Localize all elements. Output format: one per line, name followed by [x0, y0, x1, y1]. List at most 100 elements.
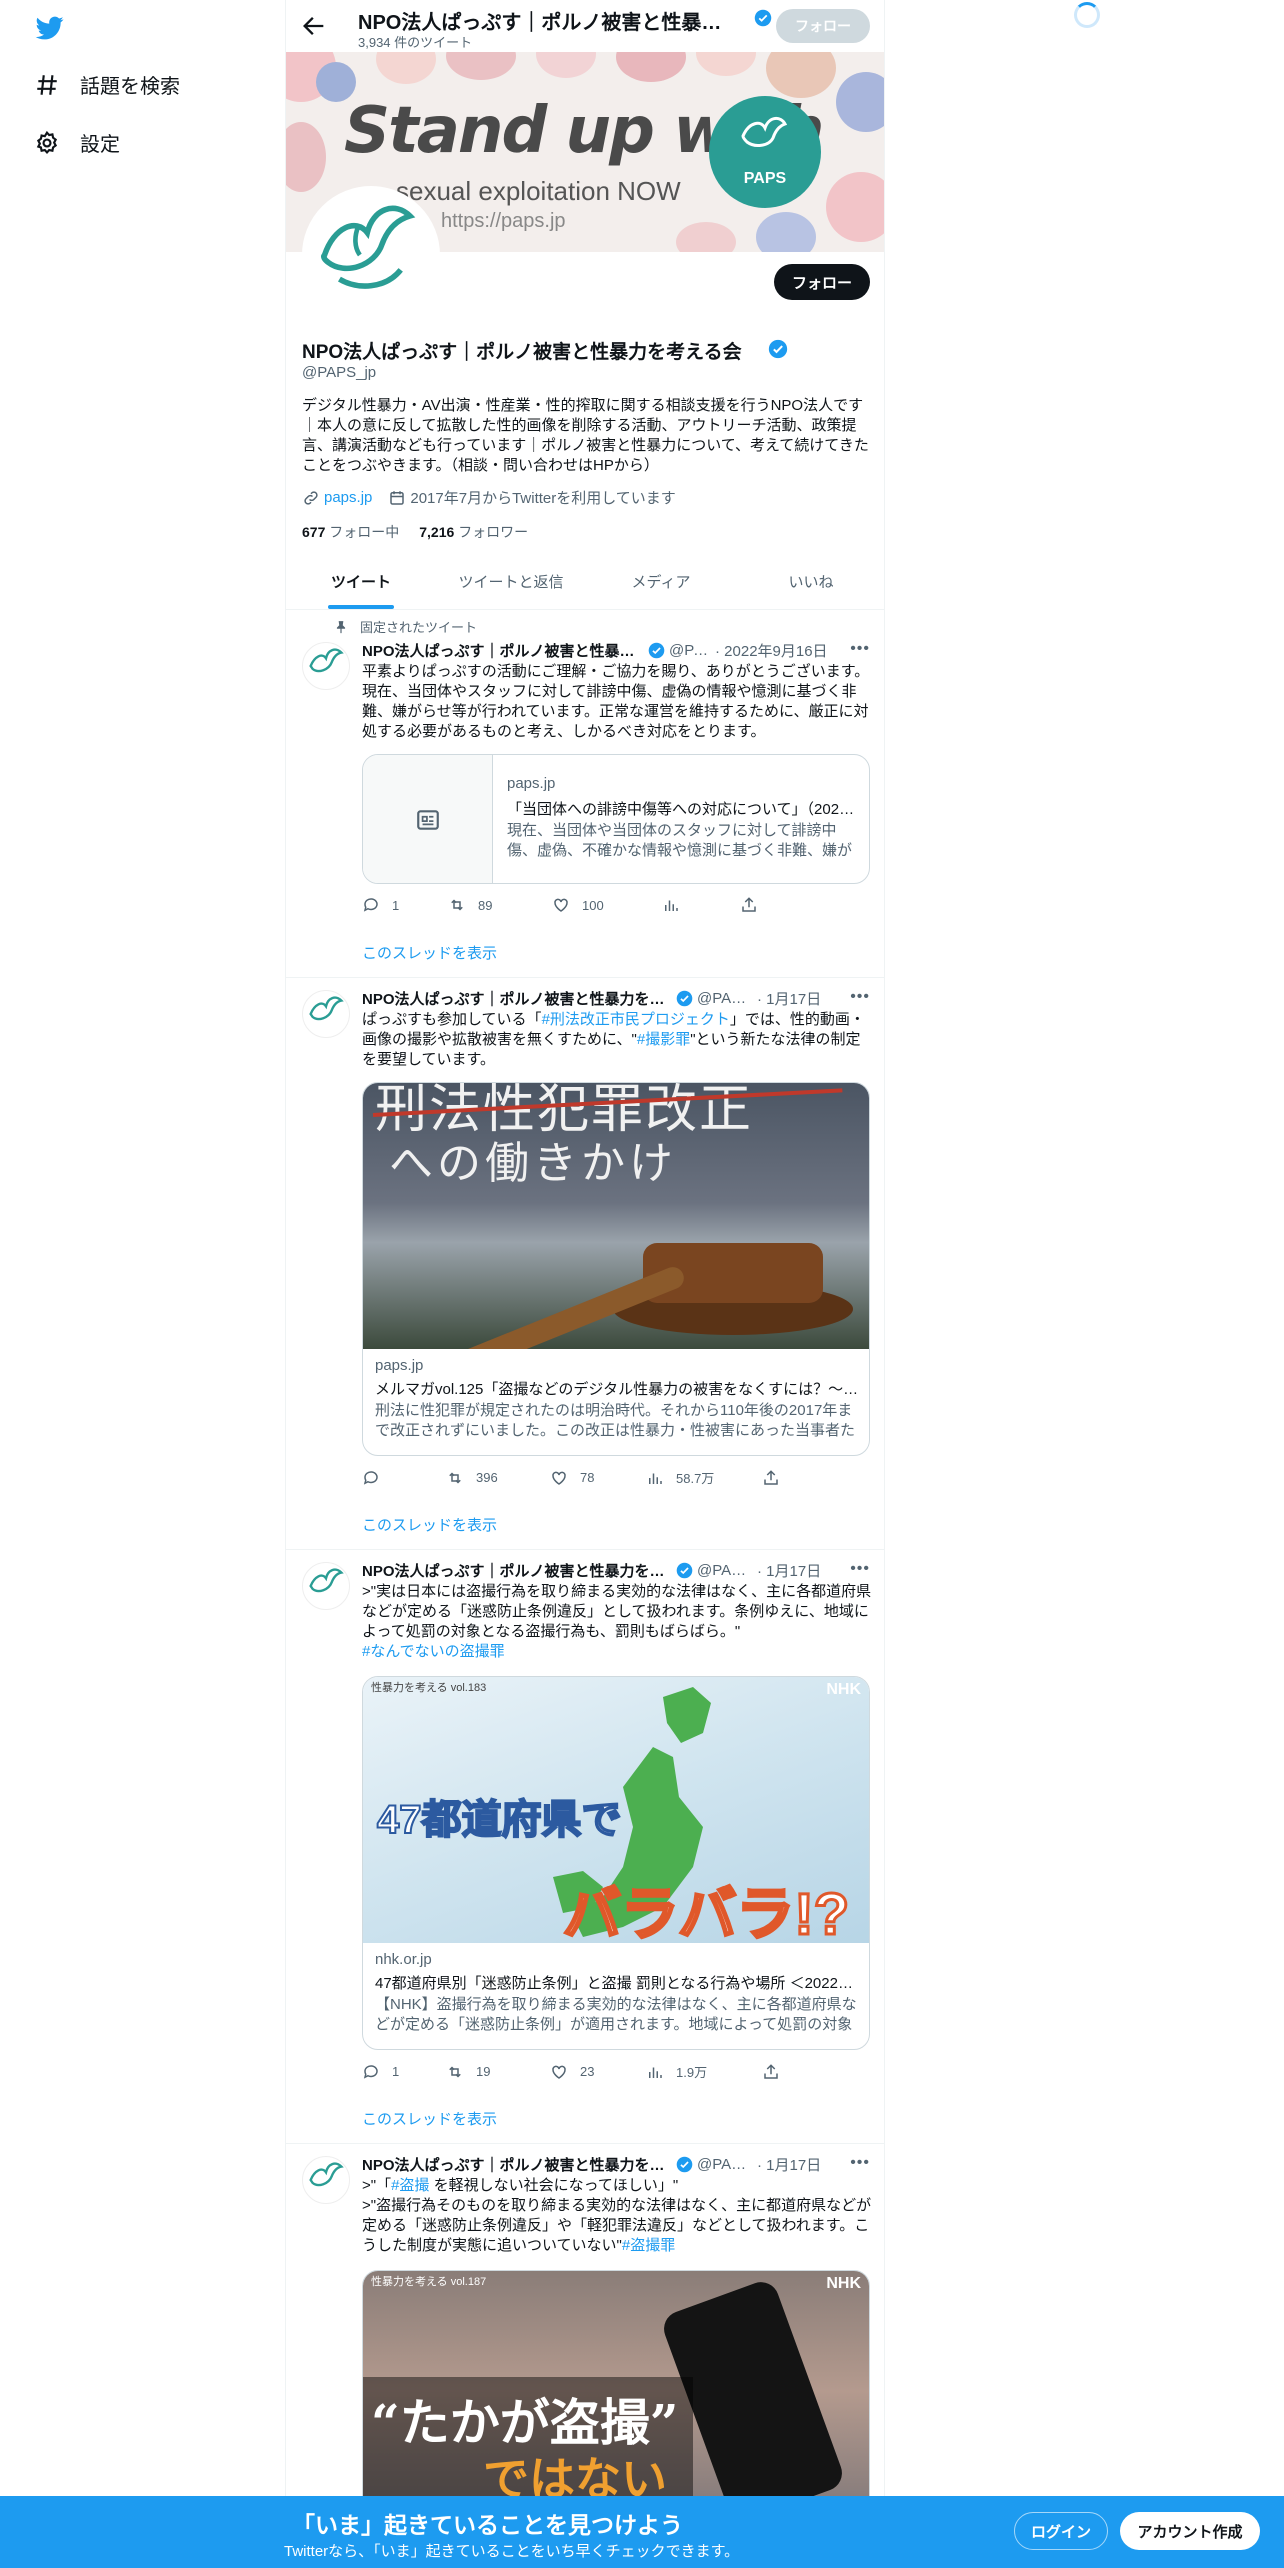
- verified-badge-icon: [754, 9, 772, 27]
- pin-icon: [336, 620, 346, 633]
- tweet-author-handle[interactable]: @PAPS_jp: [669, 642, 711, 659]
- sidebar-item-explore[interactable]: 話題を検索: [34, 70, 180, 99]
- followers-stat[interactable]: 7,216 フォロワー: [419, 522, 528, 542]
- hashtag-icon: [37, 74, 57, 95]
- tweet-text: >"実は日本には盗撮行為を取り締まる実効的な法律はなく、主に各都道府県などが定め…: [362, 1582, 872, 1662]
- dove-icon: [741, 117, 788, 147]
- card-domain: nhk.or.jp: [375, 1951, 432, 1968]
- profile-website[interactable]: paps.jp: [302, 489, 372, 507]
- tweet[interactable]: NPO法人ぱっぷす｜ポルノ被害と性暴力を考える会 @PAPS_jp · 1月17…: [286, 1550, 884, 2144]
- twitter-bird-icon[interactable]: [34, 14, 66, 42]
- hashtag-link[interactable]: #なんでないの盗撮罪: [362, 1643, 505, 1660]
- card-description: 現在、当団体や当団体のスタッフに対して誹謗中傷、虚偽、不確かな情報や憶測に基づく…: [507, 822, 853, 859]
- views-button[interactable]: 58.7万: [646, 1468, 762, 1487]
- tweet-date[interactable]: · 2022年9月16日: [715, 640, 828, 661]
- tweet[interactable]: 固定されたツイート NPO法人ぱっぷす｜ポルノ被害と性暴力を考える会 @PAPS…: [286, 610, 884, 978]
- show-thread-link[interactable]: このスレッドを表示: [362, 1514, 497, 1535]
- sidebar-item-label: 話題を検索: [80, 76, 180, 98]
- hashtag-link[interactable]: #盗撮: [391, 2177, 429, 2194]
- card-title: 47都道府県別「迷惑防止条例」と盗撮 罰則となる行為や場所 ＜2022年＞: [375, 1975, 859, 1992]
- reply-button[interactable]: [362, 1469, 446, 1487]
- tweet-avatar[interactable]: [302, 990, 350, 1038]
- image-caption: 性暴力を考える vol.187: [371, 2276, 487, 2288]
- tweet-text: 平素よりぱっぷすの活動にご理解・ご協力を賜り、ありがとうございます。現在、当団体…: [362, 663, 870, 740]
- badge-text: PAPS: [743, 170, 787, 187]
- sidebar-item-settings[interactable]: 設定: [34, 128, 120, 157]
- tweet-actions: 1 19 23 1.9万: [362, 2062, 848, 2081]
- show-thread-link[interactable]: このスレッドを表示: [362, 2108, 497, 2129]
- hashtag-link[interactable]: #刑法改正市民プロジェクト: [542, 1011, 730, 1028]
- tweet-author-handle[interactable]: @PAPS_jp: [697, 2156, 753, 2173]
- more-options-icon[interactable]: •••: [850, 1560, 870, 1578]
- header-follow-button[interactable]: フォロー: [776, 9, 870, 43]
- share-button[interactable]: [762, 2063, 848, 2081]
- like-count: 23: [580, 2064, 595, 2079]
- signup-button[interactable]: アカウント作成: [1120, 2512, 1260, 2550]
- like-button[interactable]: 23: [550, 2063, 646, 2081]
- more-options-icon[interactable]: •••: [850, 988, 870, 1006]
- followers-label: フォロワー: [458, 524, 529, 540]
- pinned-indicator: 固定されたツイート: [334, 617, 477, 636]
- more-options-icon[interactable]: •••: [850, 2154, 870, 2172]
- reply-button[interactable]: 1: [362, 2063, 446, 2081]
- profile-avatar[interactable]: [302, 186, 440, 324]
- share-button[interactable]: [740, 896, 826, 914]
- link-card[interactable]: 性暴力を考える vol.183 NHK 47都道府県で バラバラ!? nhk.o…: [362, 1676, 870, 2050]
- hashtag-link[interactable]: #撮影罪: [637, 1031, 690, 1048]
- retweet-button[interactable]: 19: [446, 2063, 550, 2081]
- like-button[interactable]: 78: [550, 1469, 646, 1487]
- tweet-author-name[interactable]: NPO法人ぱっぷす｜ポルノ被害と性暴力を考える会: [362, 640, 644, 661]
- link-card[interactable]: 刑法性犯罪改正 への働きかけ paps.jp メルマガvol.125「盗撮などの…: [362, 1082, 870, 1456]
- link-card[interactable]: paps.jp 「当団体への誹謗中傷等への対応について」（2022年9月16日）…: [362, 754, 870, 884]
- tweet-author-name[interactable]: NPO法人ぱっぷす｜ポルノ被害と性暴力を考える会: [362, 2154, 672, 2175]
- tab-tweets-and-replies[interactable]: ツイートと返信: [436, 558, 586, 609]
- profile-joined: 2017年7月からTwitterを利用しています: [388, 487, 676, 508]
- reply-icon: [363, 898, 378, 912]
- profile-name: NPO法人ぱっぷす｜ポルノ被害と性暴力を考える会: [302, 342, 742, 363]
- views-button[interactable]: 1.9万: [646, 2062, 762, 2081]
- tab-tweets[interactable]: ツイート: [286, 558, 436, 609]
- banner-flower: [376, 52, 436, 84]
- retweet-button[interactable]: 396: [446, 1469, 550, 1487]
- tweet-avatar[interactable]: [302, 1562, 350, 1610]
- tweet-author-name[interactable]: NPO法人ぱっぷす｜ポルノ被害と性暴力を考える会: [362, 1560, 672, 1581]
- tweet-text-segment: >"盗撮行為そのものを取り締まる実効的な法律はなく、主に都道府県などが定める「迷…: [362, 2197, 872, 2254]
- heart-icon: [552, 2065, 566, 2079]
- follow-button[interactable]: フォロー: [774, 264, 870, 300]
- tab-likes[interactable]: いいね: [736, 558, 884, 609]
- tweet-avatar[interactable]: [302, 2156, 350, 2204]
- website-link[interactable]: paps.jp: [324, 489, 372, 506]
- tweet-text-segment: ぱっぷすも参加している「: [362, 1011, 542, 1028]
- tweet-avatar[interactable]: [302, 642, 350, 690]
- tweet-author-handle[interactable]: @PAPS_jp: [697, 1562, 753, 1579]
- share-button[interactable]: [762, 1469, 848, 1487]
- hashtag-link[interactable]: #盗撮罪: [622, 2237, 675, 2254]
- retweet-button[interactable]: 89: [448, 896, 552, 914]
- more-options-icon[interactable]: •••: [850, 640, 870, 658]
- gear-icon: [36, 130, 58, 154]
- banner-flower: [536, 52, 596, 78]
- like-button[interactable]: 100: [552, 896, 662, 914]
- show-thread-link[interactable]: このスレッドを表示: [362, 942, 497, 963]
- views-button[interactable]: [662, 896, 740, 914]
- tweet-date[interactable]: · 1月17日: [757, 2154, 821, 2175]
- analytics-icon: [649, 1473, 662, 1484]
- tab-media[interactable]: メディア: [586, 558, 736, 609]
- card-image: 刑法性犯罪改正 への働きかけ: [363, 1083, 869, 1349]
- like-count: 78: [580, 1470, 595, 1485]
- tweet[interactable]: NPO法人ぱっぷす｜ポルノ被害と性暴力を考える会 @PAPS_jp · 1月17…: [286, 978, 884, 1550]
- tweet-author-name[interactable]: NPO法人ぱっぷす｜ポルノ被害と性暴力を考える会: [362, 988, 672, 1009]
- image-text: への働きかけ: [389, 1138, 677, 1189]
- login-button[interactable]: ログイン: [1014, 2512, 1108, 2550]
- tweet-date[interactable]: · 1月17日: [757, 1560, 821, 1581]
- banner-url: https://paps.jp: [441, 210, 566, 232]
- back-arrow-icon[interactable]: [300, 12, 328, 40]
- reply-button[interactable]: 1: [362, 896, 448, 914]
- tweet-date[interactable]: · 1月17日: [757, 988, 821, 1009]
- tweet-text-segment: >"実は日本には盗撮行為を取り締まる実効的な法律はなく、主に各都道府県などが定め…: [362, 1583, 872, 1640]
- tweet-author-handle[interactable]: @PAPS_jp: [697, 990, 753, 1007]
- profile-meta: paps.jp 2017年7月からTwitterを利用しています: [302, 487, 676, 508]
- view-count: 1.9万: [676, 2065, 708, 2080]
- card-body: paps.jp 「当団体への誹謗中傷等への対応について」（2022年9月16日）…: [507, 775, 857, 861]
- following-stat[interactable]: 677 フォロー中: [302, 522, 399, 542]
